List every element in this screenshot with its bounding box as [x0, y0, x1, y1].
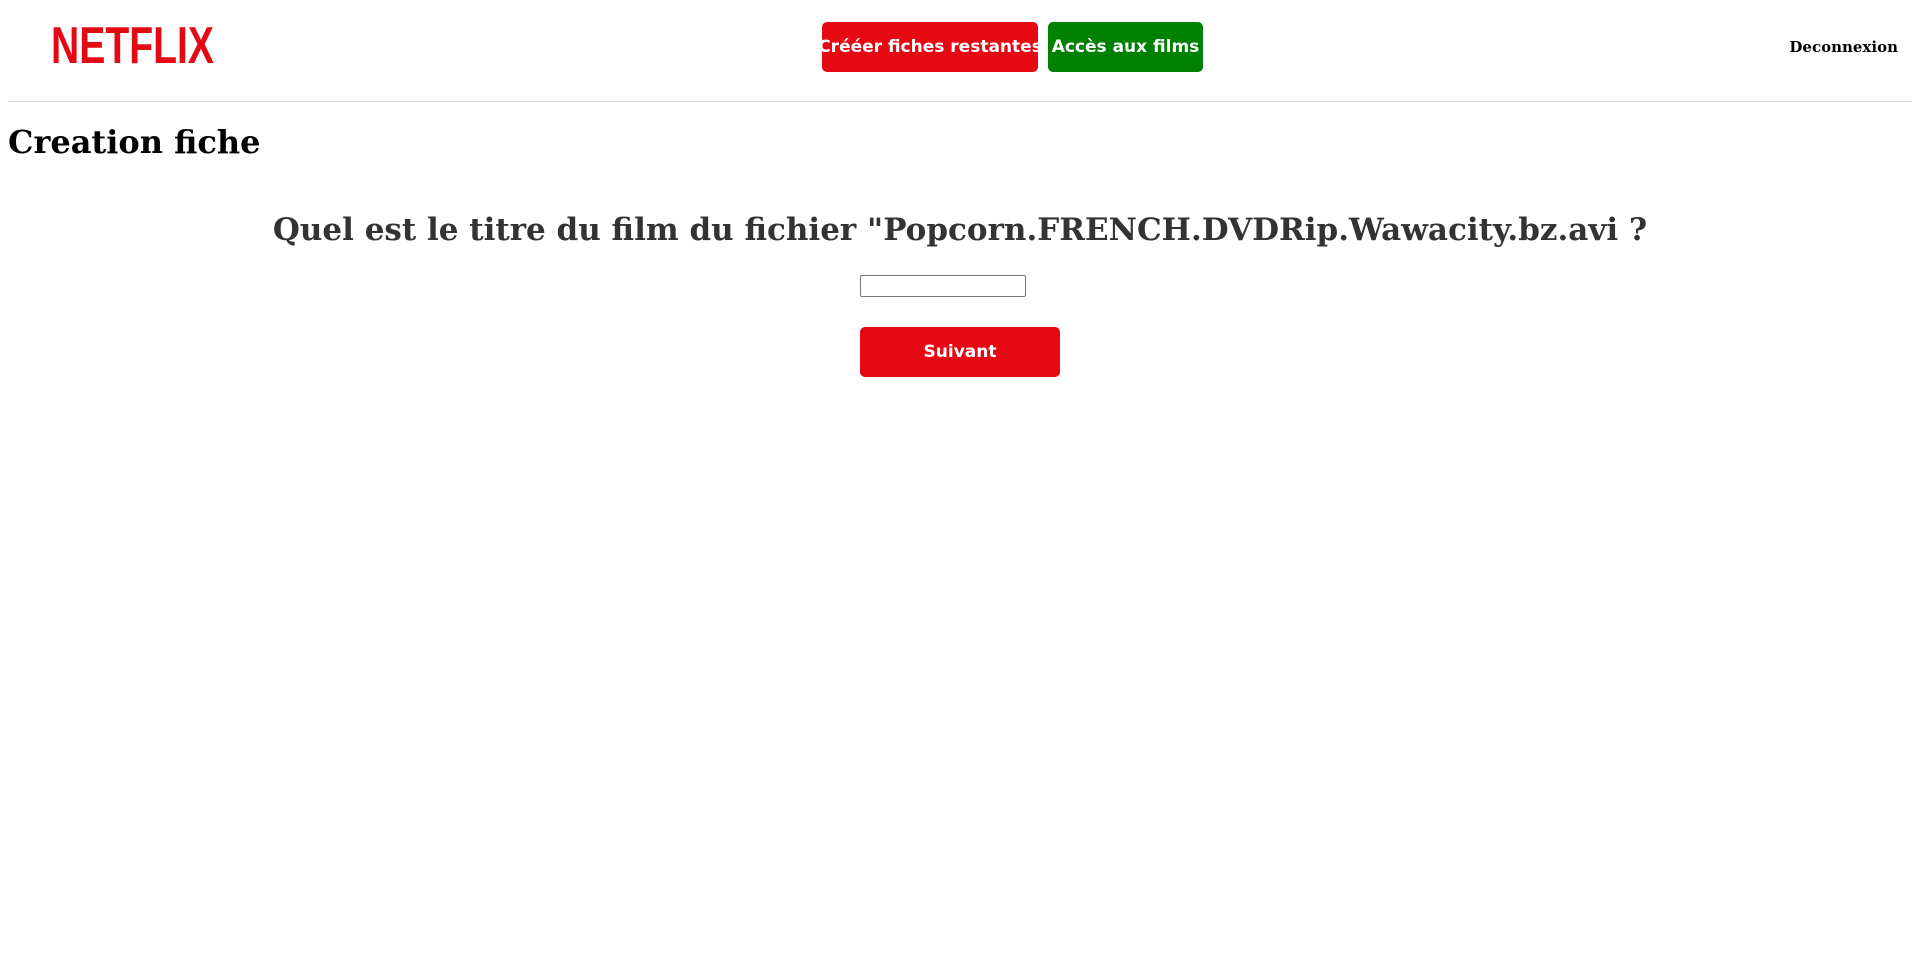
- movie-title-input[interactable]: [860, 275, 1026, 297]
- movie-title-question: Quel est le titre du film du fichier "Po…: [272, 212, 1648, 248]
- svg-text:NETFLIX: NETFLIX: [51, 19, 214, 67]
- logout-link[interactable]: Deconnexion: [1789, 38, 1898, 56]
- netflix-logo[interactable]: NETFLIX: [51, 19, 214, 67]
- films-access-button[interactable]: Accès aux films: [1048, 22, 1203, 72]
- next-button[interactable]: Suivant: [860, 327, 1060, 377]
- page-title: Creation fiche: [8, 123, 261, 161]
- create-remaining-sheets-button[interactable]: Crééer fiches restantes: [818, 22, 1042, 72]
- top-header: NETFLIX Crééer fiches restantes Accès au…: [0, 0, 1920, 102]
- header-divider: [8, 101, 1912, 102]
